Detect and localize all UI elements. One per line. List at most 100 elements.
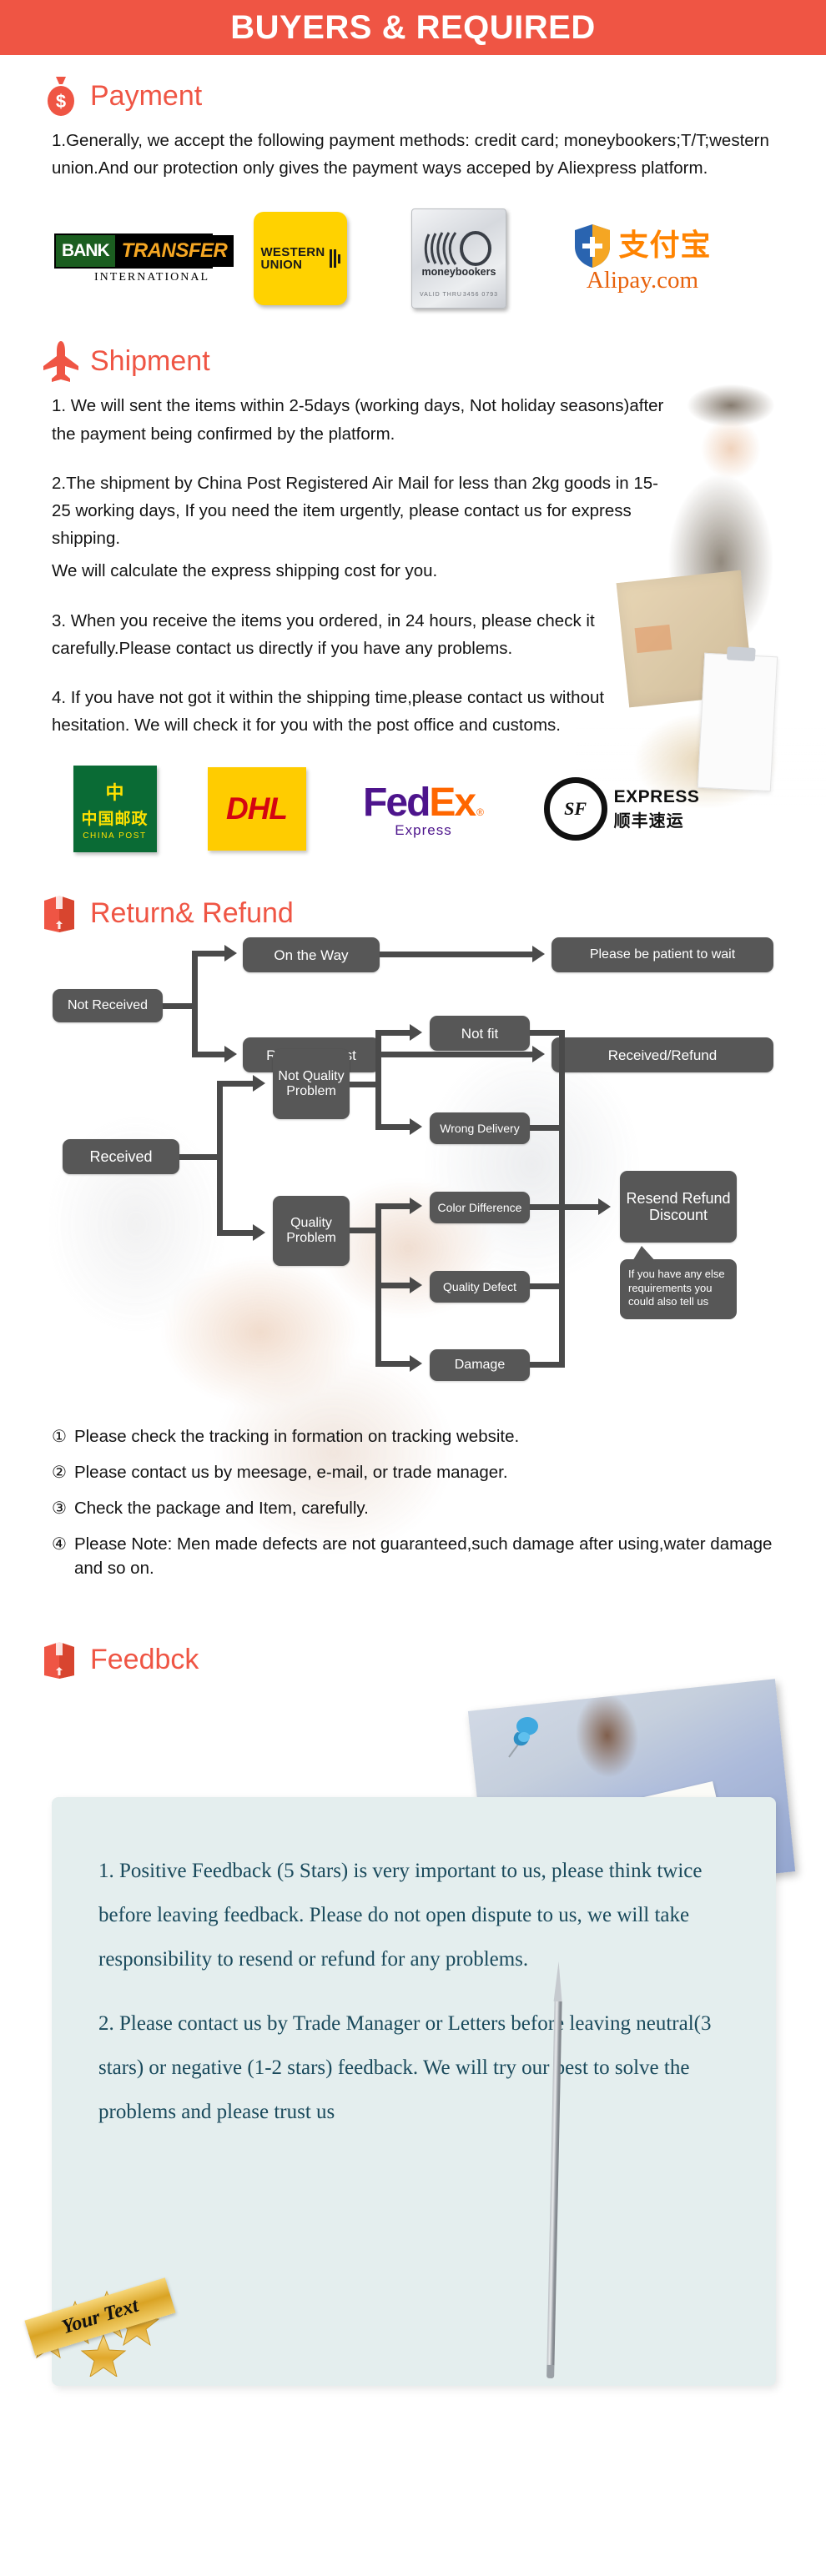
feedback-section-heading: Feedbck <box>0 1639 826 1680</box>
sf-chinese: 顺丰速运 <box>613 810 684 831</box>
flow-node-not-fit: Not fit <box>430 1016 530 1052</box>
moneybookers-card-right: 3456 0793 <box>462 292 498 299</box>
svg-text:$: $ <box>56 91 66 112</box>
fedex-part2: Ex <box>429 780 476 825</box>
alipay-shield-icon <box>575 223 611 268</box>
note-number: ③ <box>52 1497 67 1518</box>
flow-arrow <box>598 1198 611 1216</box>
sf-badge-label: SF <box>564 798 587 820</box>
fedex-registered-icon: ® <box>476 806 484 818</box>
pushpin-icon <box>508 1717 538 1758</box>
shipment-title: Shipment <box>90 344 210 377</box>
alipay-chinese: 支付宝 <box>618 228 712 263</box>
payment-section-heading: $ Payment <box>0 75 826 117</box>
flow-node-not-received: Not Received <box>53 989 163 1023</box>
flow-arrow <box>410 1198 422 1215</box>
note-text: Please Note: Men made defects are not gu… <box>73 1534 773 1579</box>
flow-arrow <box>532 946 545 963</box>
flow-node-quality-problem: Quality Problem <box>273 1196 350 1267</box>
flow-node-received-refund: Received/Refund <box>552 1037 773 1073</box>
china-post-english: CHINA POST <box>83 831 147 841</box>
flow-node-quality-defect: Quality Defect <box>430 1271 530 1303</box>
flow-node-not-quality-problem: Not Quality Problem <box>273 1049 350 1120</box>
flow-line <box>198 951 226 957</box>
flow-line <box>559 1030 565 1368</box>
shipment-paragraph-3: 3. When you receive the items you ordere… <box>52 610 595 658</box>
moneybookers-arcs-icon <box>424 231 491 267</box>
alipay-logo: 支付宝 Alipay.com <box>538 223 747 294</box>
flow-line <box>217 1081 223 1237</box>
flow-arrow <box>410 1024 422 1042</box>
bank-transfer-logo: BANK TRANSFER INTERNATIONAL <box>46 233 234 284</box>
sf-express-logo: SF EXPRESS 顺丰速运 <box>517 777 726 841</box>
china-post-logo: 中 中国邮政 CHINA POST <box>46 766 184 853</box>
sf-english: EXPRESS <box>613 786 700 806</box>
shipment-paragraph-2: 2.The shipment by China Post Registered … <box>52 473 658 549</box>
feedback-paragraph-2: 2. Please contact us by Trade Manager or… <box>98 2012 712 2123</box>
flow-line <box>381 1361 411 1368</box>
bank-transfer-sub: INTERNATIONAL <box>94 270 209 284</box>
flow-node-resend-refund-discount: Resend Refund Discount <box>620 1171 737 1243</box>
moneybookers-logo: moneybookers VALID THRU 3456 0793 <box>380 208 538 309</box>
note-text: Check the package and Item, carefully. <box>73 1498 369 1518</box>
flow-arrow <box>410 1118 422 1136</box>
flow-node-on-the-way: On the Way <box>243 937 380 973</box>
flow-line <box>565 1204 600 1211</box>
flow-arrow <box>253 1224 265 1242</box>
sf-badge-icon: SF <box>543 777 607 841</box>
flow-line <box>380 1052 534 1058</box>
box-icon <box>42 1639 80 1680</box>
china-post-chinese: 中国邮政 <box>81 809 149 828</box>
list-item: ④ Please Note: Men made defects are not … <box>52 1532 784 1581</box>
note-number: ① <box>52 1426 67 1447</box>
shipment-section-heading: Shipment <box>0 340 826 383</box>
list-item: ③ Check the package and Item, carefully. <box>52 1496 784 1521</box>
payment-title: Payment <box>90 79 203 112</box>
return-notes-list: ① Please check the tracking in formation… <box>0 1424 826 1581</box>
flow-arrow <box>532 1046 545 1063</box>
western-union-bars-icon <box>329 249 340 269</box>
china-post-mark-icon: 中 <box>105 782 124 804</box>
fedex-logo: Fed Ex ® Express <box>330 780 517 839</box>
fedex-sub: Express <box>395 821 452 838</box>
flow-node-damage: Damage <box>430 1349 530 1382</box>
money-bag-icon: $ <box>42 75 80 117</box>
flow-line <box>223 1081 254 1087</box>
box-icon <box>42 892 80 934</box>
list-item: ① Please check the tracking in formation… <box>52 1424 784 1449</box>
flow-line <box>223 1230 254 1237</box>
flow-arrow <box>410 1277 422 1294</box>
fedex-part1: Fed <box>363 780 431 825</box>
western-union-line1: WESTERN <box>260 244 325 259</box>
flow-line <box>381 1030 411 1037</box>
alipay-domain: Alipay.com <box>586 266 699 294</box>
flow-line <box>381 1124 411 1131</box>
flow-line <box>381 1283 411 1289</box>
page-header: BUYERS & REQUIRED <box>0 0 826 55</box>
flow-arrow <box>410 1355 422 1373</box>
return-section-heading: Return& Refund <box>0 892 826 934</box>
return-title: Return& Refund <box>90 896 294 929</box>
shipment-paragraph-1: 1. We will sent the items within 2-5days… <box>52 396 664 444</box>
moneybookers-label: moneybookers <box>421 266 496 279</box>
flow-arrow <box>224 1046 237 1063</box>
shipment-paragraph-4: 4. If you have not got it within the shi… <box>52 688 605 736</box>
flow-node-be-patient: Please be patient to wait <box>552 937 773 973</box>
flow-node-color-difference: Color Difference <box>430 1192 530 1224</box>
shipment-copy: 1. We will sent the items within 2-5days… <box>0 392 826 739</box>
feedback-title: Feedbck <box>90 1643 199 1675</box>
flow-line <box>375 1030 381 1131</box>
flow-line <box>192 951 198 1058</box>
moneybookers-card-left: VALID THRU <box>420 292 462 299</box>
bank-transfer-primary: BANK <box>56 234 115 267</box>
star-badge: Your Text <box>23 2252 176 2378</box>
note-number: ④ <box>52 1533 67 1554</box>
list-item: ② Please contact us by meesage, e-mail, … <box>52 1460 784 1485</box>
western-union-logo: WESTERN UNION <box>221 212 380 306</box>
flow-line <box>381 1203 411 1210</box>
flow-node-wrong-delivery: Wrong Delivery <box>430 1112 530 1145</box>
flow-callout-other-requirements: If you have any else requirements you co… <box>620 1246 737 1320</box>
flow-line <box>380 952 534 958</box>
shipping-logo-row: 中 中国邮政 CHINA POST DHL Fed Ex ® Express S… <box>0 766 826 853</box>
flow-line <box>375 1203 381 1368</box>
